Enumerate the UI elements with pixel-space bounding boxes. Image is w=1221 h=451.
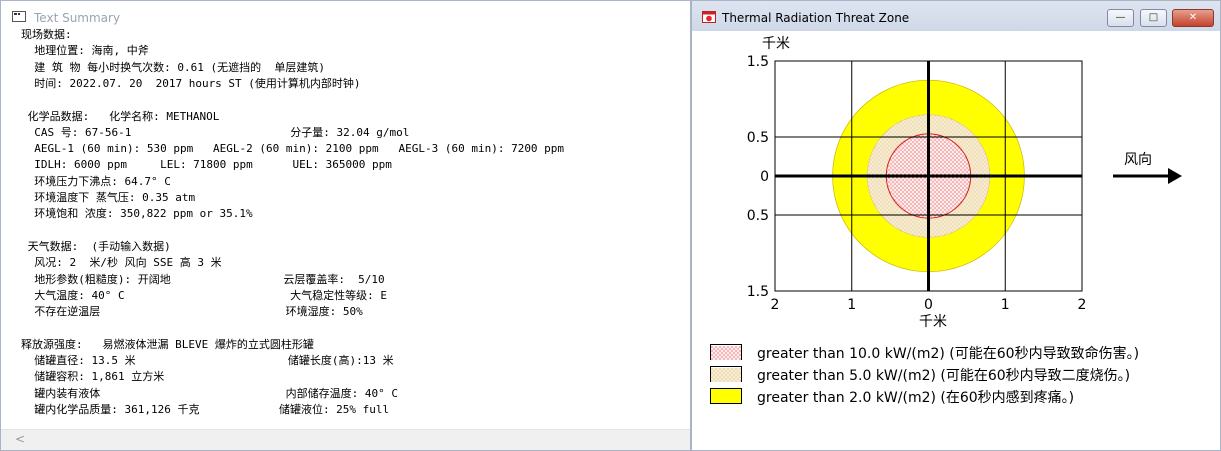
y-tick-label: 0.5 xyxy=(747,208,769,224)
summary-text: 现场数据: 地理位置: 海南, 中斧 建 筑 物 每小时换气次数: 0.61 (… xyxy=(21,27,686,422)
x-tick-label: 2 xyxy=(1078,297,1087,313)
wind-direction-arrow xyxy=(1113,168,1182,184)
threat-zone-window[interactable]: Thermal Radiation Threat Zone — □ ✕ 千米 千… xyxy=(691,0,1221,451)
x-tick-label: 0 xyxy=(924,297,933,313)
summary-line: 天气数据: (手动输入数据) xyxy=(21,239,171,253)
app-icon xyxy=(12,11,26,22)
y-tick-label: 1.5 xyxy=(747,54,769,70)
summary-line: 环境压力下沸点: 64.7° C xyxy=(21,174,171,188)
summary-line: 化学品数据: 化学名称: METHANOL xyxy=(21,109,220,123)
text-summary-window[interactable]: Text Summary 现场数据: 地理位置: 海南, 中斧 建 筑 物 每小… xyxy=(0,0,691,451)
x-tick-label: 2 xyxy=(771,297,780,313)
window-title: Text Summary xyxy=(34,11,121,25)
legend-label-5kw: greater than 5.0 kW/(m2) (可能在60秒内导致二度烧伤。… xyxy=(757,368,1131,384)
minimize-button[interactable]: — xyxy=(1107,9,1134,27)
legend-label-2kw: greater than 2.0 kW/(m2) (在60秒内感到疼痛。) xyxy=(757,390,1075,406)
wind-direction-label: 风向 xyxy=(1124,152,1152,168)
summary-line: 释放源强度: 易燃液体泄漏 BLEVE 爆炸的立式圆柱形罐 xyxy=(21,337,314,351)
summary-line: 不存在逆温层 环境湿度: 50% xyxy=(21,305,363,319)
summary-line: 时间: 2022.07. 20 2017 hours ST (使用计算机内部时钟… xyxy=(21,76,361,90)
summary-line: 罐内化学品质量: 361,126 千克 储罐液位: 25% full xyxy=(21,402,390,416)
maximize-button[interactable]: □ xyxy=(1140,9,1167,27)
horizontal-scrollbar[interactable]: < xyxy=(1,429,690,450)
legend-swatch-2kw xyxy=(710,388,742,404)
window-title: Thermal Radiation Threat Zone xyxy=(722,11,910,25)
summary-line: 储罐容积: 1,861 立方米 xyxy=(21,370,165,384)
y-tick-label: 1.5 xyxy=(747,284,769,300)
summary-line: 环境饱和 浓度: 350,822 ppm or 35.1% xyxy=(21,207,253,221)
close-button[interactable]: ✕ xyxy=(1172,9,1214,27)
x-tick-label: 1 xyxy=(1001,297,1010,313)
summary-line: 大气温度: 40° C 大气稳定性等级: E xyxy=(21,288,388,302)
summary-line: 地理位置: 海南, 中斧 xyxy=(21,44,149,58)
legend-swatch-5kw xyxy=(710,366,742,382)
summary-line: IDLH: 6000 ppm LEL: 71800 ppm UEL: 36500… xyxy=(21,158,392,172)
threat-zone-app-icon xyxy=(702,11,716,23)
summary-line: CAS 号: 67-56-1 分子量: 32.04 g/mol xyxy=(21,125,410,139)
summary-line: 环境温度下 蒸气压: 0.35 atm xyxy=(21,191,196,204)
summary-line: 储罐直径: 13.5 米 储罐长度(高):13 米 xyxy=(21,354,394,367)
legend-swatch-10kw xyxy=(710,344,742,360)
threat-zone-plot: 1.50.500.51.52 1 0 1 2 xyxy=(747,54,1182,313)
summary-line: AEGL-1 (60 min): 530 ppm AEGL-2 (60 min)… xyxy=(21,142,565,156)
legend-label-10kw: greater than 10.0 kW/(m2) (可能在60秒内导致致命伤害… xyxy=(757,346,1140,362)
x-tick-label: 1 xyxy=(847,297,856,313)
summary-line: 罐内装有液体 内部储存温度: 40° C xyxy=(21,386,399,400)
threat-zone-titlebar[interactable]: Thermal Radiation Threat Zone — □ ✕ xyxy=(692,1,1220,31)
y-tick-label: 0 xyxy=(760,169,769,185)
summary-line: 风况: 2 米/秒 风向 SSE 高 3 米 xyxy=(21,256,222,270)
y-tick-label: 0.5 xyxy=(747,130,769,146)
threat-zone-client: 千米 千米 1.5 0.5 0 0.5 1.5 2 1 0 1 2 风向 gre… xyxy=(698,31,1210,441)
summary-line: 地形参数(粗糙度): 开阔地 云层覆盖率: 5/10 xyxy=(21,272,385,286)
summary-line: 建 筑 物 每小时换气次数: 0.61 (无遮挡的 单层建筑) xyxy=(21,60,325,74)
summary-line: 现场数据: xyxy=(21,28,72,41)
scroll-left-icon[interactable]: < xyxy=(15,432,25,446)
